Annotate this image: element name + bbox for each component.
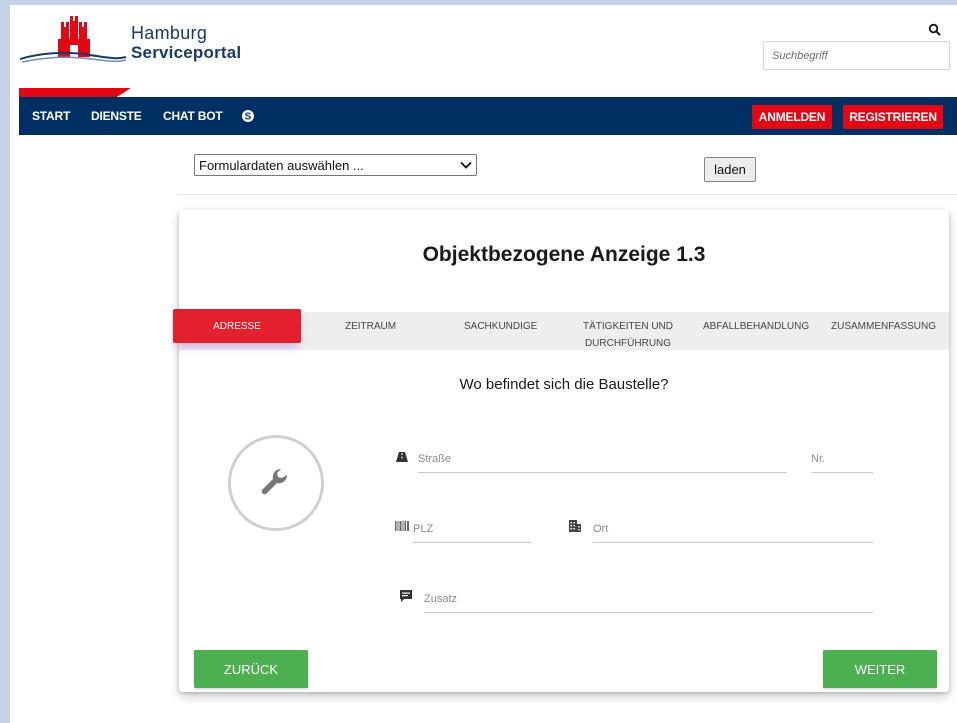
section-question-text: Wo befindet sich die Baustelle?	[459, 376, 669, 393]
step-zusammenfassung[interactable]: ZUSAMMENFASSUNG	[831, 318, 936, 335]
number-field[interactable]	[811, 445, 873, 473]
search-icon[interactable]	[928, 23, 942, 37]
step-taetigkeiten-line1: TÄTIGKEITEN UND	[583, 321, 674, 332]
page: Hamburg Serviceportal START DIENSTE CHAT…	[10, 5, 957, 723]
wrench-icon	[261, 468, 288, 495]
register-button[interactable]: REGISTRIEREN	[843, 105, 943, 129]
house-number-input[interactable]	[811, 449, 873, 469]
chevron-down-icon	[460, 161, 472, 169]
main-navigation: START DIENSTE CHAT BOT S ANMELDEN REGIST…	[19, 97, 957, 135]
extra-field[interactable]	[424, 585, 873, 613]
hamburg-castle-logo-icon	[20, 16, 126, 63]
search-input[interactable]	[763, 41, 950, 70]
street-field[interactable]	[418, 445, 787, 473]
formdata-select-value: Formulardaten auswählen ...	[199, 157, 364, 173]
formdata-select[interactable]: Formulardaten auswählen ...	[194, 154, 477, 176]
nav-item-start[interactable]: START	[32, 109, 70, 123]
next-button[interactable]: WEITER	[823, 650, 937, 688]
hamburg-serviceportal-logo[interactable]: Hamburg Serviceportal	[20, 15, 250, 65]
step-adresse[interactable]: ADRESSE	[173, 309, 301, 343]
comment-icon	[400, 590, 412, 602]
barcode-icon	[395, 521, 409, 531]
svg-text:S: S	[245, 112, 252, 123]
city-field[interactable]	[593, 515, 873, 543]
nav-item-dienste[interactable]: DIENSTE	[91, 109, 142, 123]
street-input[interactable]	[418, 449, 787, 469]
logo-text-hamburg: Hamburg	[131, 23, 208, 43]
step-sachkundige[interactable]: SACHKUNDIGE	[464, 318, 537, 335]
road-icon	[396, 452, 408, 462]
form-title: Objektbezogene Anzeige 1.3	[422, 243, 706, 266]
skype-icon[interactable]: S	[241, 109, 255, 123]
nav-item-chat-bot[interactable]: CHAT BOT	[163, 109, 223, 123]
step-zeitraum[interactable]: ZEITRAUM	[345, 318, 396, 335]
building-icon	[569, 520, 581, 532]
back-button[interactable]: ZURÜCK	[194, 650, 308, 688]
step-taetigkeiten[interactable]: TÄTIGKEITEN UND DURCHFÜHRUNG	[583, 318, 673, 352]
zip-input[interactable]	[413, 519, 531, 539]
wrench-illustration	[228, 435, 324, 531]
zip-field[interactable]	[413, 515, 531, 543]
form-card: Objektbezogene Anzeige 1.3 ZEITRAUM SACH…	[173, 210, 949, 692]
divider	[177, 194, 957, 195]
step-taetigkeiten-line2: DURCHFÜHRUNG	[584, 338, 672, 349]
load-button[interactable]: laden	[704, 157, 756, 182]
extra-input[interactable]	[424, 589, 873, 609]
logo-text-serviceportal: Serviceportal	[131, 43, 242, 62]
step-abfallbehandlung[interactable]: ABFALLBEHANDLUNG	[703, 318, 809, 335]
login-button[interactable]: ANMELDEN	[752, 105, 832, 129]
section-question: Wo befindet sich die Baustelle?	[179, 376, 949, 393]
city-input[interactable]	[593, 519, 873, 539]
